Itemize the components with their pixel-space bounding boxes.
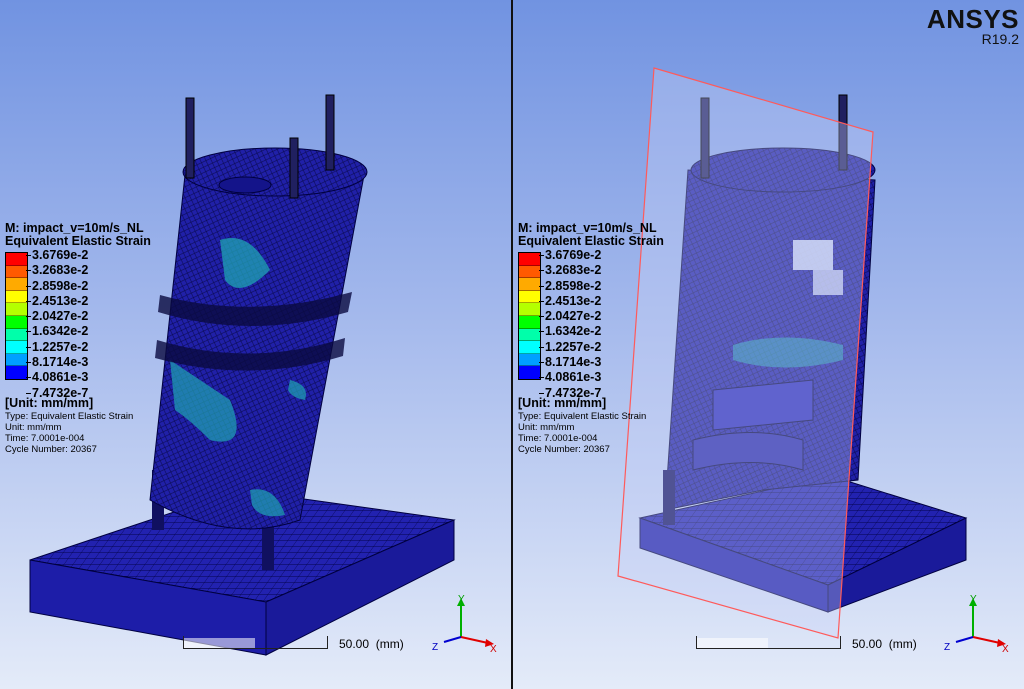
legend-body: 3.6769e-2 3.2683e-2 2.8598e-2 2.4513e-2 … [518, 248, 664, 400]
cylinder-top [182, 147, 368, 197]
rod [289, 137, 299, 199]
color-swatch [519, 290, 540, 304]
legend-value: 8.1714e-3 [538, 355, 602, 370]
x-axis-line [972, 636, 1001, 644]
z-axis-label: Z [944, 642, 950, 653]
legend-value: 3.6769e-2 [538, 248, 602, 262]
color-swatch [519, 253, 540, 266]
legend-value: 2.8598e-2 [25, 278, 89, 293]
result-legend: M: impact_v=10m/s_NL Equivalent Elastic … [5, 222, 151, 455]
color-swatch [519, 315, 540, 329]
result-quantity: Equivalent Elastic Strain [5, 234, 151, 248]
z-axis-line [443, 636, 462, 643]
color-swatch [6, 253, 27, 266]
legend-value: 7.4732e-7 [538, 385, 602, 400]
color-swatch [6, 366, 27, 379]
support-leg [262, 525, 274, 570]
viewport-right[interactable]: M: impact_v=10m/s_NL Equivalent Elastic … [513, 0, 1024, 689]
legend-value: 3.2683e-2 [25, 263, 89, 278]
legend-body: 3.6769e-2 3.2683e-2 2.8598e-2 2.4513e-2 … [5, 248, 151, 400]
color-swatch [6, 278, 27, 291]
scale-label: 50.00 (mm) [339, 637, 404, 651]
x-axis-label: X [1002, 644, 1009, 655]
rod [325, 94, 335, 171]
color-swatch [6, 315, 27, 329]
result-info: Type: Equivalent Elastic Strain Unit: mm… [518, 411, 664, 455]
color-swatch [6, 341, 27, 354]
color-swatch [519, 303, 540, 316]
time-line: Time: 7.0001e-004 [518, 433, 598, 444]
color-swatch [6, 353, 27, 367]
legend-value: 1.2257e-2 [538, 339, 602, 354]
legend-value: 2.0427e-2 [25, 309, 89, 324]
legend-ticks: 3.6769e-2 3.2683e-2 2.8598e-2 2.4513e-2 … [25, 248, 89, 401]
legend-value: 3.6769e-2 [25, 248, 89, 262]
rod [185, 97, 195, 179]
color-swatch [6, 265, 27, 279]
z-axis-line [955, 636, 974, 643]
color-swatch [519, 328, 540, 342]
y-axis-label: Y [458, 594, 465, 605]
legend-value: 2.8598e-2 [538, 278, 602, 293]
axis-triad[interactable]: Y X Z [940, 590, 1015, 655]
cycle-line: Cycle Number: 20367 [518, 444, 610, 455]
time-line: Time: 7.0001e-004 [5, 433, 85, 444]
result-legend: M: impact_v=10m/s_NL Equivalent Elastic … [518, 222, 664, 455]
z-axis-label: Z [432, 642, 438, 653]
brand-name: ANSYS [926, 4, 1019, 34]
legend-value: 2.0427e-2 [538, 309, 602, 324]
legend-value: 7.4732e-7 [25, 385, 89, 400]
cycle-line: Cycle Number: 20367 [5, 444, 97, 455]
color-bar [5, 252, 28, 380]
legend-value: 4.0861e-3 [25, 370, 89, 385]
y-axis-label: Y [970, 594, 977, 605]
result-info: Type: Equivalent Elastic Strain Unit: mm… [5, 411, 151, 455]
x-axis-line [460, 636, 489, 644]
x-axis-label: X [490, 644, 497, 655]
color-swatch [519, 353, 540, 367]
color-swatch [6, 290, 27, 304]
legend-value: 1.2257e-2 [25, 339, 89, 354]
legend-value: 1.6342e-2 [25, 324, 89, 339]
type-line: Type: Equivalent Elastic Strain [5, 411, 134, 422]
result-quantity: Equivalent Elastic Strain [518, 234, 664, 248]
type-line: Type: Equivalent Elastic Strain [518, 411, 647, 422]
unit-line: Unit: mm/mm [518, 422, 575, 433]
legend-value: 3.2683e-2 [538, 263, 602, 278]
color-bar [518, 252, 541, 380]
color-swatch [519, 278, 540, 291]
legend-value: 1.6342e-2 [538, 324, 602, 339]
color-swatch [519, 366, 540, 379]
ansys-logo: ANSYS R19.2 [927, 6, 1019, 47]
color-swatch [519, 265, 540, 279]
color-swatch [6, 303, 27, 316]
legend-value: 8.1714e-3 [25, 355, 89, 370]
color-swatch [6, 328, 27, 342]
legend-value: 2.4513e-2 [538, 293, 602, 308]
axis-triad[interactable]: Y X Z [428, 590, 503, 655]
legend-ticks: 3.6769e-2 3.2683e-2 2.8598e-2 2.4513e-2 … [538, 248, 602, 401]
unit-line: Unit: mm/mm [5, 422, 62, 433]
legend-value: 4.0861e-3 [538, 370, 602, 385]
version-label: R19.2 [981, 31, 1019, 47]
color-swatch [519, 341, 540, 354]
scale-label: 50.00 (mm) [852, 637, 917, 651]
legend-value: 2.4513e-2 [25, 293, 89, 308]
viewport-left[interactable]: M: impact_v=10m/s_NL Equivalent Elastic … [0, 0, 511, 689]
